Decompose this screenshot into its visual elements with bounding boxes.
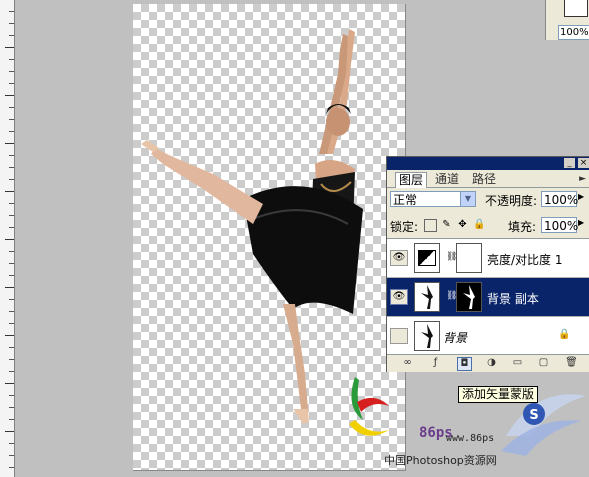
tab-channels[interactable]: 通道 xyxy=(432,172,462,187)
lock-transparency-icon[interactable] xyxy=(424,219,437,232)
fill-label: 填充: xyxy=(508,220,537,234)
visibility-eye-icon[interactable]: 👁 xyxy=(390,289,408,305)
lock-position-icon[interactable]: ✥ xyxy=(457,219,468,230)
86ps-logo-icon xyxy=(349,377,389,436)
layer-row-brightness-contrast[interactable]: 👁 ⛓ 亮度/对比度 1 xyxy=(387,239,589,278)
add-mask-icon[interactable]: ◘ xyxy=(457,357,472,371)
layer-row-background-copy[interactable]: 👁 ⛓ 背景 副本 xyxy=(387,278,589,317)
layer-mask-thumbnail xyxy=(456,243,482,273)
blend-mode-select[interactable]: 正常 ▼ xyxy=(390,191,476,207)
new-group-icon[interactable]: ▭ xyxy=(511,357,524,369)
lock-all-icon[interactable]: 🔒 xyxy=(473,219,485,230)
layers-panel: _ × 图层 通道 路径 ► 正常 ▼ 不透明度: 100% ▶ 锁定: ✎ ✥… xyxy=(386,156,589,372)
layer-list: 👁 ⛓ 亮度/对比度 1 👁 ⛓ 背景 副本 · 背景 🔒 xyxy=(387,238,589,356)
svg-text:S: S xyxy=(529,408,538,423)
new-layer-icon[interactable]: ▢ xyxy=(537,357,550,369)
blend-mode-value: 正常 xyxy=(393,193,418,207)
panel-menu-arrow-icon[interactable]: ► xyxy=(579,174,586,184)
panel-close-button[interactable]: × xyxy=(578,158,589,168)
tab-paths[interactable]: 路径 xyxy=(469,172,499,187)
zoom-input[interactable]: 100% xyxy=(558,25,589,40)
fill-arrow-icon[interactable]: ▶ xyxy=(578,218,584,227)
layer-thumbnail xyxy=(414,321,440,351)
lock-icon: 🔒 xyxy=(558,329,571,340)
layer-style-icon[interactable]: ƒ xyxy=(429,357,442,369)
vector-mask-thumbnail xyxy=(456,282,482,312)
opacity-arrow-icon[interactable]: ▶ xyxy=(578,192,584,201)
vertical-ruler xyxy=(0,0,15,477)
panel-minimize-button[interactable]: _ xyxy=(564,158,575,168)
visibility-toggle-empty-icon[interactable]: · xyxy=(390,328,408,344)
navigator-panel: 100% xyxy=(545,0,589,40)
navigator-preview[interactable] xyxy=(564,0,588,17)
lock-pixels-icon[interactable]: ✎ xyxy=(441,219,452,230)
chevron-down-icon: ▼ xyxy=(460,192,475,206)
site-watermark-logo-icon: S xyxy=(501,394,586,456)
watermark-url: www.86ps xyxy=(446,433,495,444)
link-layers-icon[interactable]: ∞ xyxy=(401,357,414,369)
adjustment-layer-icon[interactable]: ◑ xyxy=(485,357,498,369)
layer-name: 背景 副本 xyxy=(487,292,539,306)
panel-titlebar[interactable]: _ × xyxy=(387,157,589,170)
opacity-label: 不透明度: xyxy=(485,194,538,208)
lock-label: 锁定: xyxy=(390,220,419,234)
tab-layers[interactable]: 图层 xyxy=(395,172,428,188)
panel-tabs: 图层 通道 路径 ► xyxy=(387,170,589,188)
layer-row-background[interactable]: · 背景 🔒 xyxy=(387,317,589,356)
fill-input[interactable]: 100% xyxy=(541,217,578,233)
opacity-input[interactable]: 100% xyxy=(541,191,578,207)
layer-name: 亮度/对比度 1 xyxy=(487,253,563,267)
layer-thumbnail xyxy=(414,282,440,312)
watermark-caption: 中国Photoshop资源网 xyxy=(384,454,497,467)
layer-name: 背景 xyxy=(443,331,468,345)
delete-layer-icon[interactable]: 🗑 xyxy=(565,357,578,369)
adjustment-layer-thumbnail xyxy=(414,243,440,273)
layers-bottom-toolbar: ∞ ƒ ◘ ◑ ▭ ▢ 🗑 xyxy=(387,354,589,372)
visibility-eye-icon[interactable]: 👁 xyxy=(390,250,408,266)
